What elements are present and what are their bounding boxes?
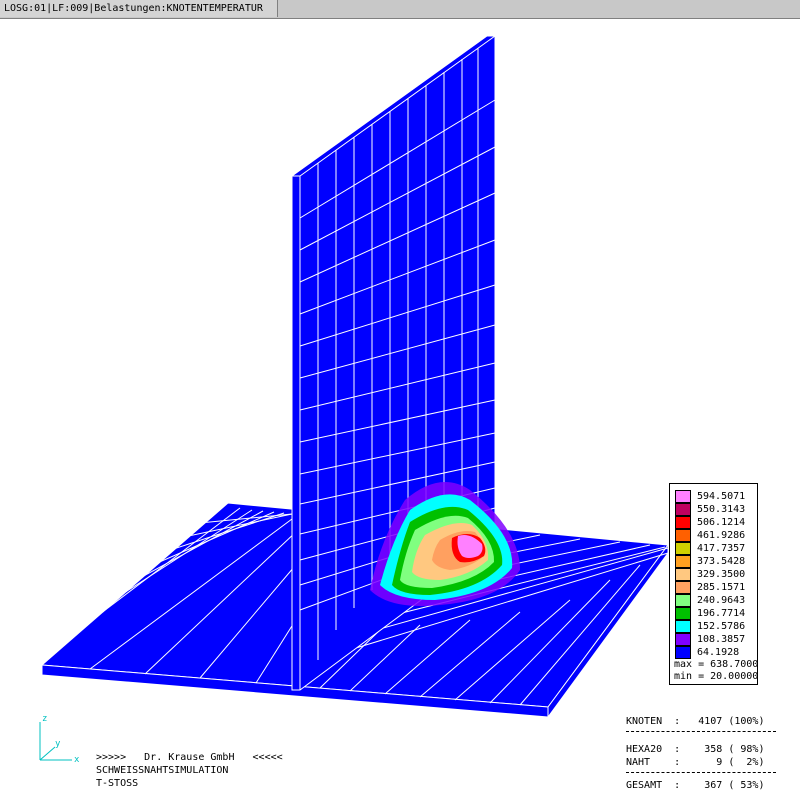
legend-row: 329.3500 [675, 568, 755, 581]
legend-value: 64.1928 [697, 647, 740, 658]
legend-row: 373.5428 [675, 555, 755, 568]
legend-value: 417.7357 [697, 543, 746, 554]
legend-value: 240.9643 [697, 595, 746, 606]
legend-value: 108.3857 [697, 634, 746, 645]
divider [626, 772, 776, 773]
legend-swatch [675, 490, 691, 503]
legend-row: 108.3857 [675, 633, 755, 646]
legend-value: 373.5428 [697, 556, 746, 567]
legend-row: 550.3143 [675, 503, 755, 516]
axis-triad-icon: z y x [39, 714, 80, 765]
legend-row: 594.5071 [675, 490, 755, 503]
axis-y-label: y [55, 739, 61, 749]
legend-max: max = 638.7000 [674, 659, 759, 670]
legend-row: 461.9286 [675, 529, 755, 542]
legend-value: 196.7714 [697, 608, 746, 619]
legend-swatch [675, 581, 691, 594]
legend-swatch [675, 633, 691, 646]
legend-value: 506.1214 [697, 517, 746, 528]
legend-row: 506.1214 [675, 516, 755, 529]
divider [626, 731, 776, 732]
legend-value: 152.5786 [697, 621, 746, 632]
axis-triad: z y x [30, 712, 90, 772]
legend-row: 240.9643 [675, 594, 755, 607]
color-legend: 594.5071 550.3143 506.1214 461.9286 417.… [669, 483, 758, 685]
legend-swatch [675, 516, 691, 529]
legend-value: 329.3500 [697, 569, 746, 580]
legend-row: 417.7357 [675, 542, 755, 555]
title-bar: LOSG:01|LF:009|Belastungen:KNOTENTEMPERA… [0, 0, 800, 19]
legend-value: 594.5071 [697, 491, 746, 502]
stat-naht: NAHT : 9 ( 2%) [626, 757, 765, 768]
legend-row: 152.5786 [675, 620, 755, 633]
simulation-title: SCHWEISSNAHTSIMULATION [96, 765, 229, 776]
legend-swatch [675, 568, 691, 581]
legend-row: 196.7714 [675, 607, 755, 620]
legend-swatch [675, 607, 691, 620]
legend-swatch [675, 620, 691, 633]
title-tab[interactable]: LOSG:01|LF:009|Belastungen:KNOTENTEMPERA… [0, 0, 278, 17]
legend-swatch [675, 529, 691, 542]
model-name: T-STOSS [96, 778, 139, 789]
legend-swatch [675, 646, 691, 659]
legend-value: 550.3143 [697, 504, 746, 515]
stat-hexa20: HEXA20 : 358 ( 98%) [626, 744, 765, 755]
legend-value: 461.9286 [697, 530, 746, 541]
axis-x-label: x [74, 755, 80, 765]
legend-row: 64.1928 [675, 646, 755, 659]
company-name: >>>>> Dr. Krause GmbH <<<<< [96, 752, 283, 763]
legend-swatch [675, 542, 691, 555]
stat-gesamt: GESAMT : 367 ( 53%) [626, 780, 765, 791]
legend-value: 285.1571 [697, 582, 746, 593]
legend-min: min = 20.00000 [674, 671, 759, 682]
legend-swatch [675, 555, 691, 568]
legend-swatch [675, 594, 691, 607]
axis-z-label: z [42, 714, 47, 724]
legend-swatch [675, 503, 691, 516]
stat-knoten: KNOTEN : 4107 (100%) [626, 716, 765, 727]
legend-row: 285.1571 [675, 581, 755, 594]
